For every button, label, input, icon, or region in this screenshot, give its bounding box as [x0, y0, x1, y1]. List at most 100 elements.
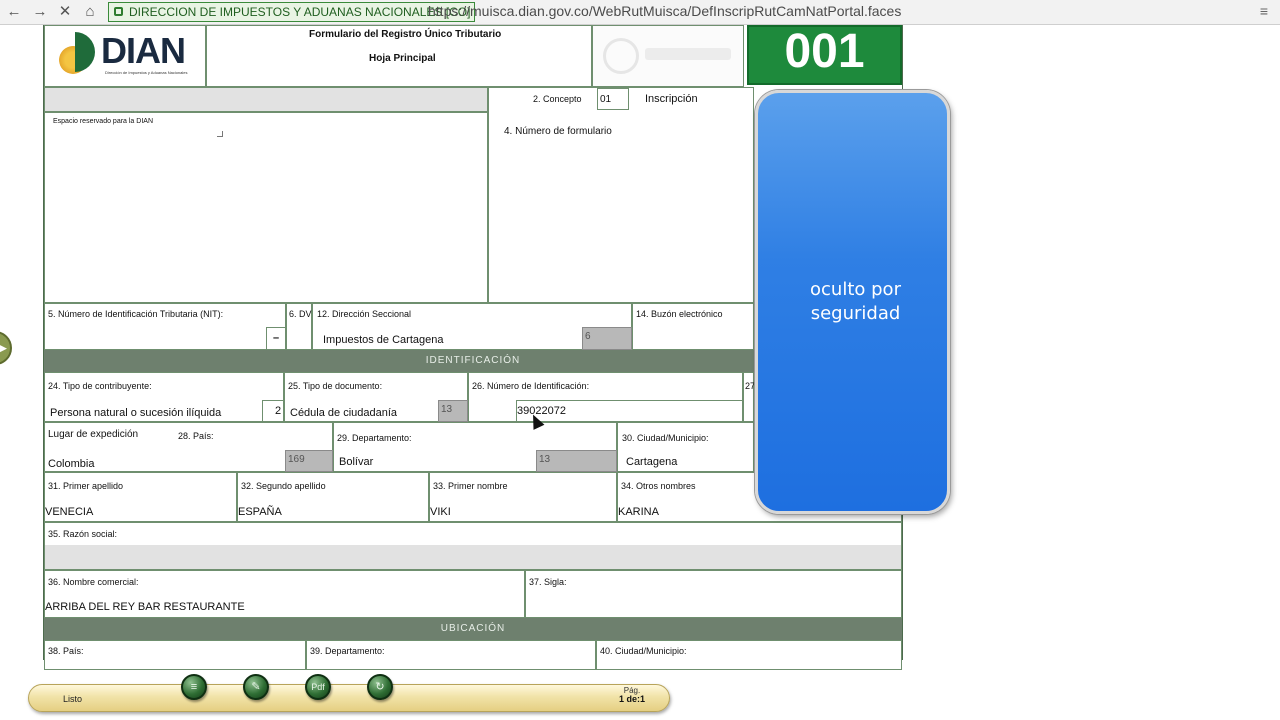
reserved-area: Espacio reservado para la DIAN — [44, 112, 488, 303]
primer-apellido-field[interactable]: 31. Primer apellido VENECIA — [44, 472, 237, 522]
concepto-value: 01 — [600, 94, 612, 105]
razon-social-field[interactable]: 35. Razón social: — [44, 522, 902, 570]
edit-button[interactable]: ✎ — [243, 674, 269, 700]
list-button[interactable]: ≡ — [181, 674, 207, 700]
tipo-documento-code: 13 — [438, 400, 468, 422]
edit-icon: ✎ — [251, 681, 261, 693]
page-value: 1 de:1 — [619, 694, 646, 704]
ubic-ciudad-field[interactable]: 40. Ciudad/Municipio: — [596, 640, 902, 670]
departamento-code: 13 — [536, 450, 617, 472]
numero-id-input[interactable]: 39022072 — [516, 400, 743, 422]
resize-handle — [217, 131, 223, 137]
concepto-label: 2. Concepto — [533, 94, 582, 104]
sigla-field[interactable]: 37. Sigla: — [525, 570, 902, 618]
security-badge[interactable]: DIRECCION DE IMPUESTOS Y ADUANAS NACIONA… — [108, 2, 476, 22]
lock-icon — [114, 7, 123, 16]
ciudad-field[interactable]: 30. Ciudad/Municipio: Cartagena — [617, 422, 754, 472]
security-label: DIRECCION DE IMPUESTOS Y ADUANAS NACIONA… — [129, 5, 471, 19]
page-content: ▶ DIAN Dirección de Impuestos y Aduanas … — [0, 25, 1280, 685]
nombre-comercial-label: 36. Nombre comercial: — [48, 577, 139, 587]
security-overlay: oculto por seguridad — [755, 90, 950, 514]
form-number-badge: 001 — [747, 25, 902, 85]
dv-field[interactable]: 6. DV — [286, 303, 312, 350]
col27-label: 27 — [745, 381, 756, 391]
logo-subtitle: Dirección de Impuestos y Aduanas Naciona… — [105, 70, 188, 75]
overlay-text: oculto por seguridad — [758, 278, 953, 326]
logo-text: DIAN — [101, 30, 186, 71]
side-expand-button[interactable]: ▶ — [0, 331, 12, 365]
tipo-contribuyente-code-value: 2 — [275, 405, 282, 417]
pdf-icon: Pdf — [311, 682, 325, 692]
col27-field[interactable]: 27 — [743, 372, 756, 422]
otros-nombres-label: 34. Otros nombres — [621, 481, 696, 491]
concepto-input[interactable]: 01 — [597, 88, 629, 110]
section-ubicacion: UBICACIÓN — [44, 618, 902, 640]
ubic-ciudad-label: 40. Ciudad/Municipio: — [600, 646, 687, 656]
forward-icon[interactable]: → — [30, 3, 50, 21]
page-indicator: Pág. 1 de:1 — [619, 686, 645, 704]
logo-mark — [75, 32, 95, 72]
tipo-documento-value: Cédula de ciudadanía — [290, 407, 398, 419]
reserved-label: Espacio reservado para la DIAN — [53, 118, 153, 125]
primer-nombre-field[interactable]: 33. Primer nombre VIKI — [429, 472, 617, 522]
tipo-documento-label: 25. Tipo de documento: — [288, 381, 383, 391]
refresh-button[interactable]: ↻ — [367, 674, 393, 700]
ciudad-value: Cartagena — [626, 456, 678, 468]
tipo-contribuyente-value: Persona natural o sucesión ilíquida — [50, 407, 222, 419]
concepto-text: Inscripción — [645, 93, 698, 105]
primer-nombre-value: VIKI — [430, 506, 451, 518]
form-subtitle: Hoja Principal — [369, 53, 436, 64]
pais-code: 169 — [285, 450, 333, 472]
nit-dash: – — [273, 332, 280, 344]
nombre-comercial-field[interactable]: 36. Nombre comercial: ARRIBA DEL REY BAR… — [44, 570, 525, 618]
browser-toolbar: ← → ✕ ⌂ DIRECCION DE IMPUESTOS Y ADUANAS… — [0, 0, 1280, 25]
primer-nombre-label: 33. Primer nombre — [433, 481, 508, 491]
primer-apellido-label: 31. Primer apellido — [48, 481, 124, 491]
list-icon: ≡ — [190, 681, 198, 693]
address-bar[interactable]: https://muisca.dian.gov.co/WebRutMuisca/… — [428, 3, 901, 19]
reserved-header — [44, 87, 488, 112]
seccional-code: 6 — [582, 327, 632, 350]
ubic-departamento-label: 39. Departamento: — [310, 646, 385, 656]
primer-apellido-value: VENECIA — [45, 506, 94, 518]
back-icon[interactable]: ← — [4, 3, 24, 21]
razon-social-input[interactable] — [45, 545, 901, 569]
segundo-apellido-field[interactable]: 32. Segundo apellido ESPAÑA — [237, 472, 429, 522]
concepto-area: 2. Concepto 01 Inscripción 4. Número de … — [488, 87, 754, 303]
buzon-label: 14. Buzón electrónico — [636, 309, 723, 319]
stop-icon[interactable]: ✕ — [55, 3, 75, 21]
refresh-icon: ↻ — [375, 681, 385, 693]
chevron-right-icon: ▶ — [0, 340, 7, 355]
numero-formulario-label: 4. Número de formulario — [504, 126, 612, 137]
form-title-box: Formulario del Registro Único Tributario… — [206, 25, 592, 87]
home-icon[interactable]: ⌂ — [80, 3, 100, 21]
segundo-apellido-value: ESPAÑA — [238, 506, 282, 518]
lugar-expedicion-label: Lugar de expedición — [48, 429, 139, 440]
pdf-button[interactable]: Pdf — [305, 674, 331, 700]
ubic-pais-field[interactable]: 38. País: — [44, 640, 306, 670]
buzon-field[interactable]: 14. Buzón electrónico — [632, 303, 754, 350]
pais-value: Colombia — [48, 458, 95, 470]
status-text: Listo — [63, 694, 83, 704]
tipo-contribuyente-field[interactable]: 24. Tipo de contribuyente: Persona natur… — [44, 372, 284, 422]
departamento-label: 29. Departamento: — [337, 433, 412, 443]
ubic-pais-label: 38. País: — [48, 646, 84, 656]
tipo-contribuyente-code: 2 — [262, 400, 284, 422]
nombre-comercial-value: ARRIBA DEL REY BAR RESTAURANTE — [45, 601, 245, 613]
dian-logo: DIAN Dirección de Impuestos y Aduanas Na… — [44, 25, 206, 87]
overlay-line1: oculto por — [810, 279, 901, 300]
nit-field[interactable]: 5. Número de Identificación Tributaria (… — [44, 303, 286, 350]
numero-id-value: 39022072 — [517, 405, 566, 417]
sigla-label: 37. Sigla: — [529, 577, 567, 587]
menu-icon[interactable]: ≡ — [1260, 3, 1268, 19]
seccional-value: Impuestos de Cartagena — [323, 334, 444, 346]
ubic-departamento-field[interactable]: 39. Departamento: — [306, 640, 596, 670]
nit-label: 5. Número de Identificación Tributaria (… — [48, 309, 224, 319]
seccional-label: 12. Dirección Seccional — [317, 309, 412, 319]
form-statusbar: Listo ≡ ✎ Pdf ↻ Pág. 1 de:1 — [28, 674, 670, 712]
razon-social-label: 35. Razón social: — [48, 529, 118, 539]
departamento-value: Bolívar — [339, 456, 374, 468]
tipo-contribuyente-label: 24. Tipo de contribuyente: — [48, 381, 152, 391]
pais-label: 28. País: — [178, 431, 214, 441]
watermark-logo — [592, 25, 744, 87]
